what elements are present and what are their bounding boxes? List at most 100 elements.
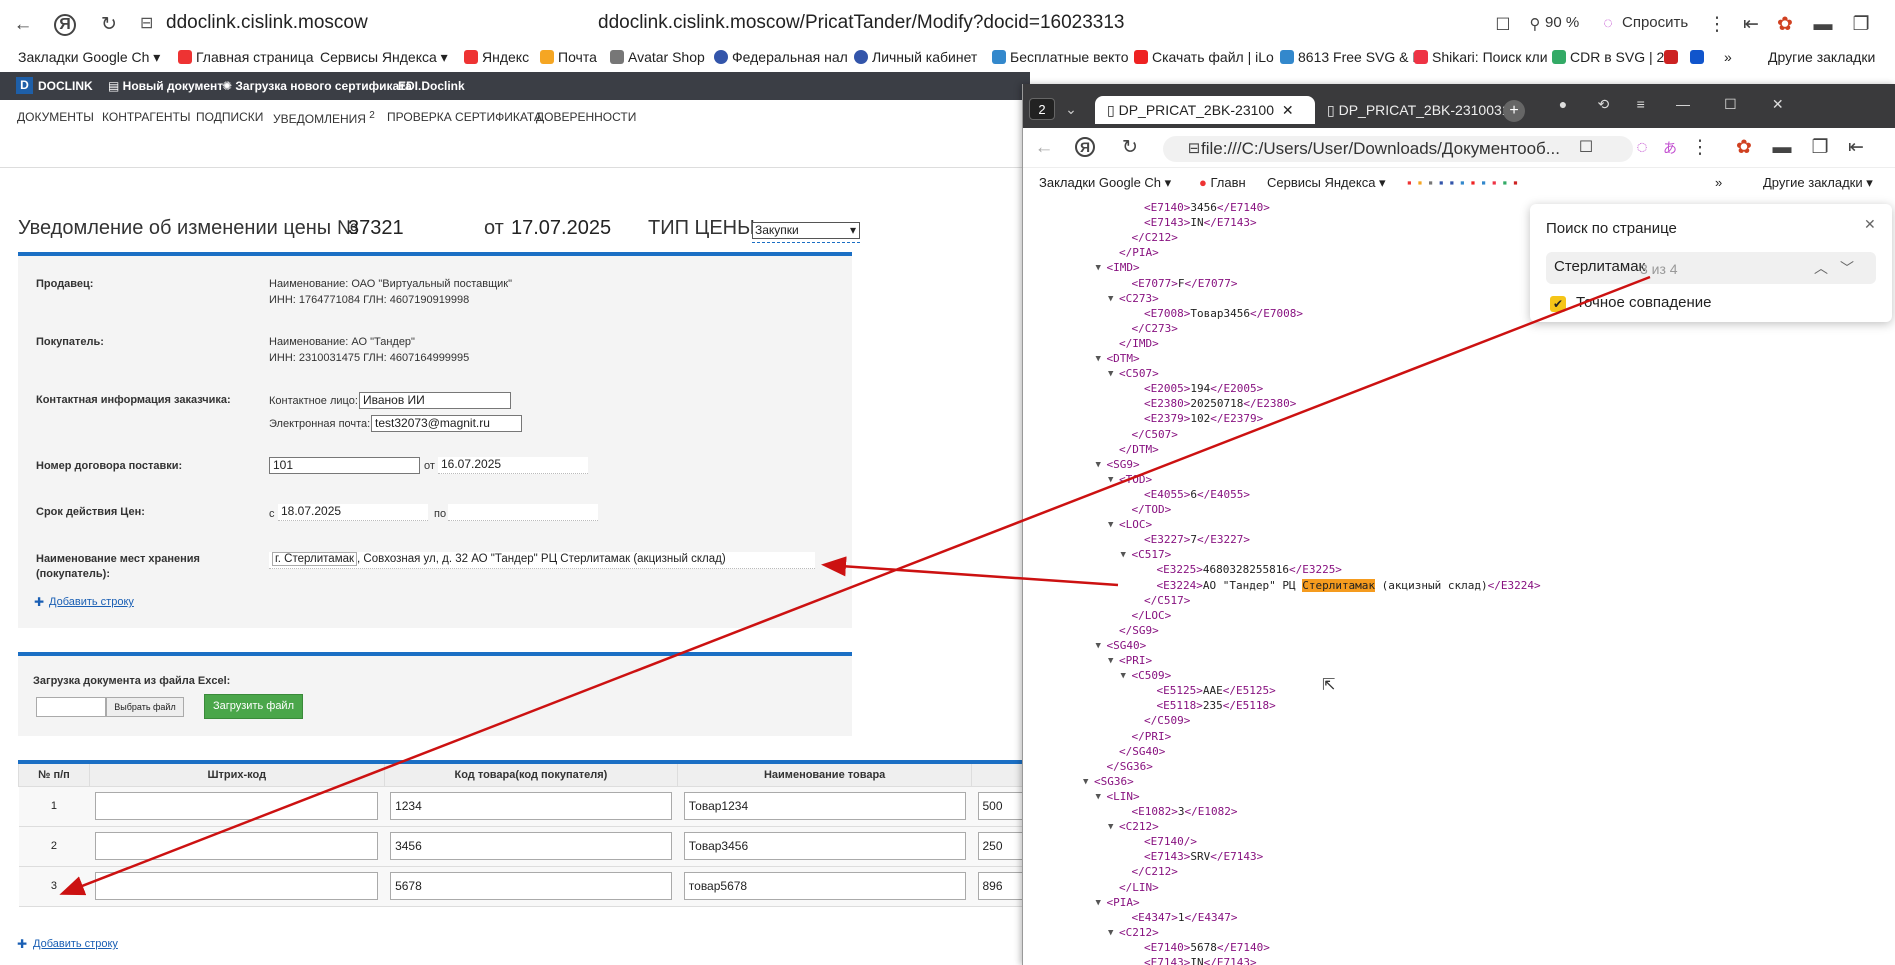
add-table-row-link[interactable]: Добавить строку xyxy=(33,938,118,950)
code-input[interactable]: 1234 xyxy=(390,792,672,820)
price-type-select[interactable]: Закупки xyxy=(752,222,860,239)
back-icon[interactable]: ← xyxy=(10,12,36,38)
extension-icon[interactable]: ✿ xyxy=(1772,12,1798,38)
code-input[interactable]: 5678 xyxy=(390,872,672,900)
bookmark-yandex[interactable]: Яндекс xyxy=(464,49,529,65)
bookmark-google[interactable]: Закладки Google Ch ▾ xyxy=(1039,175,1171,191)
maximize-icon[interactable]: ☐ xyxy=(1708,96,1752,113)
reload-icon[interactable]: ↻ xyxy=(1117,135,1143,161)
profile-icon[interactable]: ▬ xyxy=(1769,135,1795,161)
chevron-up-icon[interactable]: ︿ xyxy=(1814,258,1828,278)
contact-person-input[interactable]: Иванов ИИ xyxy=(359,392,511,409)
more-bookmarks-icon[interactable]: » xyxy=(1715,175,1722,190)
tab-inactive[interactable]: ▯ DP_PRICAT_2BK-2310031 xyxy=(1315,96,1531,124)
chevron-down-icon[interactable]: ⌄ xyxy=(1059,98,1083,120)
reload-icon[interactable]: ↻ xyxy=(96,12,122,38)
excel-label: Загрузка документа из файла Excel: xyxy=(33,675,231,687)
to-date-input[interactable] xyxy=(448,504,598,521)
sidebar-icon[interactable]: ⇤ xyxy=(1843,135,1869,161)
edi-link[interactable]: EDI.Doclink xyxy=(398,79,465,93)
value-input[interactable]: 500 xyxy=(977,792,1024,820)
yandex-icon[interactable]: Я xyxy=(54,14,76,36)
bookmark-shikari[interactable]: Shikari: Поиск кли xyxy=(1414,49,1548,65)
contract-date-input[interactable]: 16.07.2025 xyxy=(438,457,588,474)
bookmark-cdr[interactable]: CDR в SVG | 2 xyxy=(1552,49,1664,65)
extension-icon[interactable]: ✿ xyxy=(1731,135,1757,161)
chevron-down-icon[interactable]: ﹀ xyxy=(1840,258,1854,278)
bookmark-bars[interactable] xyxy=(1664,49,1682,65)
name-input[interactable]: Товар1234 xyxy=(683,792,966,820)
collections-icon[interactable]: ❐ xyxy=(1848,12,1874,38)
bookmark-nalog[interactable]: Федеральная нал xyxy=(714,49,848,65)
value-input[interactable]: 250 xyxy=(977,832,1024,860)
menu-notifications[interactable]: УВЕДОМЛЕНИЯ 2 xyxy=(273,110,375,126)
menu-icon[interactable]: ≡ xyxy=(1624,96,1658,112)
barcode-input[interactable] xyxy=(95,792,379,820)
file-url[interactable]: file:///C:/Users/User/Downloads/Документ… xyxy=(1163,136,1633,162)
bookmark-avatar[interactable]: Avatar Shop xyxy=(610,49,705,65)
xml-line: </C509> xyxy=(1144,714,1191,728)
site-info-icon[interactable]: ⊟ xyxy=(140,13,158,33)
upload-file-button[interactable]: Загрузить файл xyxy=(204,694,303,719)
avatar[interactable]: ● xyxy=(1543,96,1583,112)
name-input[interactable]: Товар3456 xyxy=(683,832,966,860)
name-input[interactable]: товар5678 xyxy=(683,872,966,900)
minimize-icon[interactable]: — xyxy=(1661,96,1705,112)
collections-icon[interactable]: ❐ xyxy=(1807,135,1833,161)
tab-count[interactable]: 2 xyxy=(1029,98,1055,120)
bookmark-cabinet[interactable]: Личный кабинет xyxy=(854,49,977,65)
email-input[interactable]: test32073@magnit.ru xyxy=(371,415,522,432)
value-input[interactable]: 896 xyxy=(977,872,1024,900)
upload-cert-link[interactable]: ✺ Загрузка нового сертификата xyxy=(222,79,412,93)
bookmark-main[interactable]: Главная страница xyxy=(178,49,314,65)
choose-file-button[interactable]: Выбрать файл xyxy=(106,697,184,717)
barcode-input[interactable] xyxy=(95,832,379,860)
menu-cert-check[interactable]: ПРОВЕРКА СЕРТИФИКАТА xyxy=(387,110,542,124)
menu-icon[interactable]: ⋮ xyxy=(1704,12,1730,38)
from-date-input[interactable]: 18.07.2025 xyxy=(278,504,428,521)
zoom-level[interactable]: 90 % xyxy=(1545,14,1579,31)
close-icon[interactable]: ✕ xyxy=(1756,96,1800,113)
file-input[interactable] xyxy=(36,697,106,717)
bookmark-google[interactable]: Закладки Google Ch ▾ xyxy=(18,49,160,66)
menu-icon[interactable]: ⋮ xyxy=(1687,135,1713,161)
sidebar-icon[interactable]: ⇤ xyxy=(1738,12,1764,38)
new-document-link[interactable]: ▤ Новый документ xyxy=(108,79,223,93)
address-domain[interactable]: ddoclink.cislink.moscow xyxy=(166,12,368,34)
bookmark-behance[interactable] xyxy=(1690,49,1708,65)
other-bookmarks[interactable]: Другие закладки ▾ xyxy=(1763,175,1873,191)
contract-number-input[interactable]: 101 xyxy=(269,457,420,474)
bookmark-services[interactable]: Сервисы Яндекса ▾ xyxy=(320,49,448,66)
tab-active[interactable]: ▯ DP_PRICAT_2BK-23100 ✕ xyxy=(1095,96,1315,124)
menu-documents[interactable]: ДОКУМЕНТЫ xyxy=(17,110,94,124)
add-row-link[interactable]: Добавить строку xyxy=(49,596,134,608)
bookmark-icon[interactable]: ☐ xyxy=(1490,12,1516,38)
exact-match-checkbox[interactable]: ✔ xyxy=(1550,296,1566,312)
extensions-icon[interactable]: ⟲ xyxy=(1586,96,1620,113)
bookmark-main[interactable]: ● Главн xyxy=(1199,175,1246,190)
profile-icon[interactable]: ▬ xyxy=(1810,12,1836,38)
storage-input[interactable]: г. Стерлитамак, Совхозная ул, д. 32 АО "… xyxy=(269,552,815,569)
translate-icon[interactable]: あ xyxy=(1657,135,1683,161)
menu-powers[interactable]: ДОВЕРЕННОСТИ xyxy=(536,110,636,124)
menu-subscriptions[interactable]: ПОДПИСКИ xyxy=(196,110,263,124)
bookmark-mail[interactable]: Почта xyxy=(540,49,597,65)
new-tab-icon[interactable]: + xyxy=(1503,100,1525,122)
close-icon[interactable]: ✕ xyxy=(1864,216,1876,233)
other-bookmarks[interactable]: Другие закладки xyxy=(1768,49,1875,65)
menu-contractors[interactable]: КОНТРАГЕНТЫ xyxy=(102,110,191,124)
bookmark-ilove[interactable]: Скачать файл | iLo xyxy=(1134,49,1274,65)
bookmark-services[interactable]: Сервисы Яндекса ▾ xyxy=(1267,175,1386,191)
back-icon[interactable]: ← xyxy=(1031,135,1057,161)
code-input[interactable]: 3456 xyxy=(390,832,672,860)
yandex-icon[interactable]: Я xyxy=(1075,137,1095,157)
more-bookmarks-icon[interactable]: » xyxy=(1724,49,1732,65)
bookmark-svg[interactable]: 8613 Free SVG & F xyxy=(1280,49,1421,65)
bookmark-vectors[interactable]: Бесплатные векто xyxy=(992,49,1128,65)
bookmark-icons[interactable]: ▪▪▪▪▪▪▪▪▪▪▪ xyxy=(1407,175,1524,190)
bookmark-icon[interactable]: ☐ xyxy=(1573,135,1599,161)
address-url[interactable]: ddoclink.cislink.moscow/PricatTander/Mod… xyxy=(598,12,1124,34)
barcode-input[interactable] xyxy=(95,872,379,900)
ai-icon[interactable]: ◌ xyxy=(1629,135,1655,161)
ask-button[interactable]: Спросить xyxy=(1622,14,1688,31)
